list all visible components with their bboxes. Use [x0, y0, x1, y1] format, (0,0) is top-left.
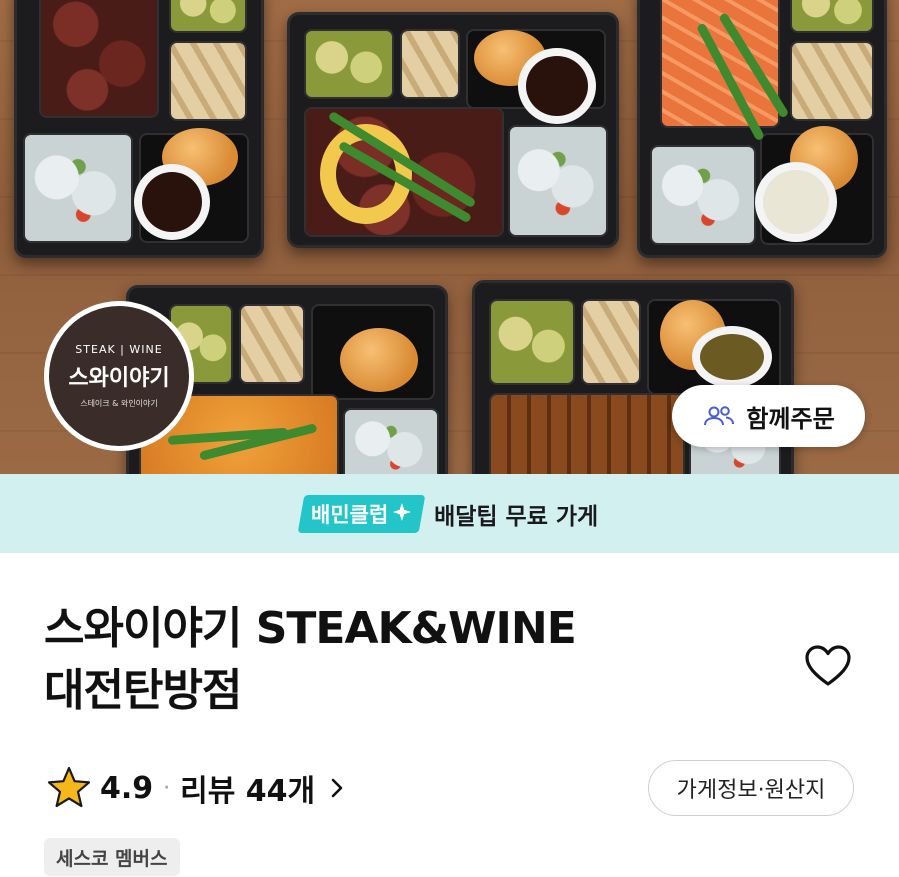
logo-sub-text: 스테이크 & 와인이야기 [80, 399, 158, 408]
store-tag-label: 세스코 멤버스 [56, 847, 168, 870]
store-name: 스와이야기 STEAK&WINE 대전탄방점 [44, 598, 744, 722]
logo-main-text: 스와이야기 [68, 366, 170, 391]
group-order-button[interactable]: 함께주문 [672, 385, 865, 447]
logo-top-text: STEAK | WINE [75, 343, 163, 356]
free-delivery-text: 배달팁 무료 가게 [434, 503, 599, 530]
rating-value: 4.9 [100, 770, 154, 806]
baemin-club-label: 배민클럽 [310, 502, 389, 527]
store-info-label: 가게정보·원산지 [676, 778, 826, 803]
reviews-link[interactable]: 리뷰 44개 [180, 766, 345, 810]
reviews-label: 리뷰 44개 [180, 774, 316, 809]
baemin-club-banner[interactable]: 배민클럽 배달팁 무료 가게 [0, 474, 899, 553]
store-name-line1: 스와이야기 STEAK&WINE [44, 603, 577, 654]
rating-separator: · [163, 775, 171, 801]
store-tag: 세스코 멤버스 [44, 838, 180, 876]
rating-row: 4.9 · 리뷰 44개 [46, 762, 345, 814]
people-icon [704, 406, 735, 426]
store-name-line2: 대전탄방점 [44, 665, 242, 716]
star-icon [47, 766, 91, 808]
baemin-club-badge: 배민클럽 [297, 494, 426, 533]
group-order-label: 함께주문 [746, 404, 835, 433]
chevron-right-icon [331, 778, 343, 798]
store-logo: STEAK | WINE 스와이야기 스테이크 & 와인이야기 [44, 301, 194, 451]
sparkle-icon [392, 501, 412, 526]
favorite-heart-icon[interactable] [804, 644, 852, 688]
store-info-button[interactable]: 가게정보·원산지 [648, 760, 854, 816]
